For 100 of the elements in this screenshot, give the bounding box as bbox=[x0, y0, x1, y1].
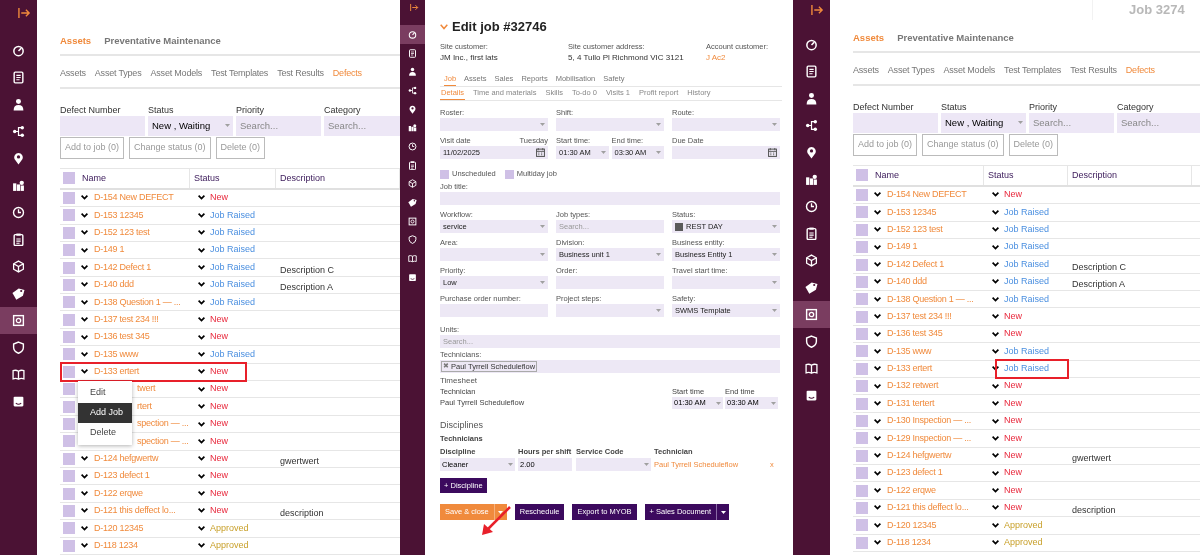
chevron-icon[interactable] bbox=[81, 334, 88, 340]
defect-name[interactable]: spection — ... bbox=[137, 417, 189, 431]
defect-name[interactable]: D-121 this deffect lo... bbox=[94, 504, 176, 518]
checkbox[interactable] bbox=[856, 188, 868, 201]
chevron-icon[interactable] bbox=[874, 383, 881, 389]
chevron-icon[interactable] bbox=[198, 438, 205, 444]
select-field[interactable] bbox=[672, 276, 780, 289]
checkbox[interactable] bbox=[856, 293, 868, 306]
chevron-icon[interactable] bbox=[992, 366, 999, 372]
defect-name[interactable]: D-121 this deffect lo... bbox=[887, 501, 969, 515]
action-button[interactable]: Delete (0) bbox=[215, 136, 266, 159]
tab[interactable]: Defects bbox=[332, 67, 362, 81]
menu-item[interactable]: Delete bbox=[78, 422, 132, 443]
tab[interactable]: Preventative Maintenance bbox=[104, 34, 221, 49]
chevron-icon[interactable] bbox=[81, 473, 88, 479]
select-field[interactable]: New , Waiting bbox=[148, 115, 233, 136]
input-field[interactable]: Search... bbox=[1029, 112, 1114, 133]
checkbox[interactable] bbox=[63, 191, 75, 204]
tab[interactable]: Test Results bbox=[1070, 64, 1117, 78]
chevron-icon[interactable] bbox=[992, 331, 999, 337]
defect-name[interactable]: D-137 test 234 !!! bbox=[94, 312, 159, 327]
chevron-icon[interactable] bbox=[198, 282, 205, 288]
chevron-icon[interactable] bbox=[81, 525, 88, 531]
defect-name[interactable]: D-133 ertert bbox=[887, 362, 933, 376]
tab[interactable]: Preventative Maintenance bbox=[897, 31, 1014, 46]
checkbox[interactable] bbox=[63, 487, 75, 500]
defect-name[interactable]: D-120 12345 bbox=[94, 521, 144, 536]
tab[interactable]: Asset Models bbox=[943, 64, 996, 78]
checkbox[interactable] bbox=[856, 310, 868, 323]
input-field[interactable] bbox=[60, 115, 145, 136]
chevron-icon[interactable] bbox=[992, 209, 999, 215]
chevron-icon[interactable] bbox=[992, 522, 999, 528]
select-field[interactable] bbox=[672, 118, 780, 131]
defect-name[interactable]: D-152 123 test bbox=[887, 222, 943, 237]
chevron-icon[interactable] bbox=[874, 227, 881, 233]
defect-name[interactable]: D-120 12345 bbox=[887, 518, 937, 533]
checkbox[interactable] bbox=[63, 261, 75, 274]
chevron-icon[interactable] bbox=[992, 296, 999, 302]
checkbox[interactable] bbox=[856, 519, 868, 532]
defect-name[interactable]: D-118 1234 bbox=[887, 536, 931, 550]
checkbox[interactable] bbox=[63, 331, 75, 344]
defect-name[interactable]: D-131 tertert bbox=[887, 396, 935, 411]
tab[interactable]: Assets bbox=[60, 34, 92, 49]
chevron-icon[interactable] bbox=[198, 230, 205, 236]
input-field[interactable]: Search... bbox=[236, 115, 321, 136]
menu-item[interactable]: Edit bbox=[78, 382, 132, 403]
chevron-icon[interactable] bbox=[992, 227, 999, 233]
chevron-icon[interactable] bbox=[992, 348, 999, 354]
input-field[interactable]: Search... bbox=[324, 115, 400, 136]
checkbox[interactable] bbox=[63, 435, 75, 448]
chevron-icon[interactable] bbox=[992, 383, 999, 389]
chevron-icon[interactable] bbox=[992, 435, 999, 441]
tab[interactable]: Test Templates bbox=[211, 67, 269, 81]
chevron-icon[interactable] bbox=[992, 262, 999, 267]
chevron-icon[interactable] bbox=[874, 488, 881, 494]
chevron-icon[interactable] bbox=[198, 404, 205, 410]
chevron-icon[interactable] bbox=[198, 369, 205, 375]
chevron-icon[interactable] bbox=[992, 279, 999, 285]
chevron-icon[interactable] bbox=[81, 351, 88, 357]
chevron-icon[interactable] bbox=[81, 247, 88, 253]
checkbox[interactable] bbox=[856, 241, 868, 254]
checkbox[interactable] bbox=[63, 244, 75, 257]
defect-name[interactable]: D-132 retwert bbox=[887, 379, 939, 393]
defect-name[interactable]: D-130 Inspection — ... bbox=[887, 414, 972, 428]
input-field[interactable] bbox=[853, 112, 938, 133]
chevron-icon[interactable] bbox=[198, 195, 205, 201]
checkbox[interactable] bbox=[63, 400, 75, 413]
dropdown-button[interactable] bbox=[716, 504, 730, 520]
defect-name[interactable]: spection — ... bbox=[137, 434, 189, 449]
action-button[interactable]: Delete (0) bbox=[1008, 133, 1059, 156]
checkbox[interactable] bbox=[63, 522, 75, 535]
select-field[interactable] bbox=[556, 118, 664, 131]
arrow-icon[interactable] bbox=[811, 4, 824, 16]
sidebar-item[interactable] bbox=[400, 25, 425, 44]
checkbox[interactable] bbox=[856, 397, 868, 410]
checkbox[interactable] bbox=[856, 484, 868, 497]
chevron-icon[interactable] bbox=[874, 279, 881, 285]
checkbox[interactable] bbox=[63, 418, 75, 430]
chevron-icon[interactable] bbox=[874, 331, 881, 337]
chevron-icon[interactable] bbox=[992, 470, 999, 476]
checkbox[interactable] bbox=[856, 449, 868, 462]
customer-link[interactable]: J Ac2 bbox=[706, 52, 782, 64]
tab[interactable]: Test Templates bbox=[1004, 64, 1062, 78]
checkbox[interactable] bbox=[504, 169, 514, 179]
sidebar-item[interactable] bbox=[0, 307, 37, 334]
checkbox[interactable] bbox=[856, 501, 868, 514]
checkbox[interactable] bbox=[63, 539, 75, 552]
checkbox[interactable] bbox=[63, 504, 75, 517]
checkbox[interactable] bbox=[856, 275, 868, 288]
chevron-icon[interactable] bbox=[81, 543, 88, 549]
defect-name[interactable]: D-137 test 234 !!! bbox=[887, 309, 952, 324]
defect-name[interactable]: D-154 New DEFECT bbox=[94, 191, 174, 205]
chevron-icon[interactable] bbox=[992, 540, 999, 546]
chevron-icon[interactable] bbox=[874, 505, 881, 511]
checkbox[interactable] bbox=[856, 223, 868, 236]
chevron-icon[interactable] bbox=[874, 244, 881, 250]
defect-name[interactable]: D-122 erqwe bbox=[887, 483, 936, 498]
action-button[interactable]: Add to job (0) bbox=[853, 133, 918, 156]
checkbox[interactable] bbox=[856, 432, 868, 445]
checkbox[interactable] bbox=[440, 169, 449, 179]
